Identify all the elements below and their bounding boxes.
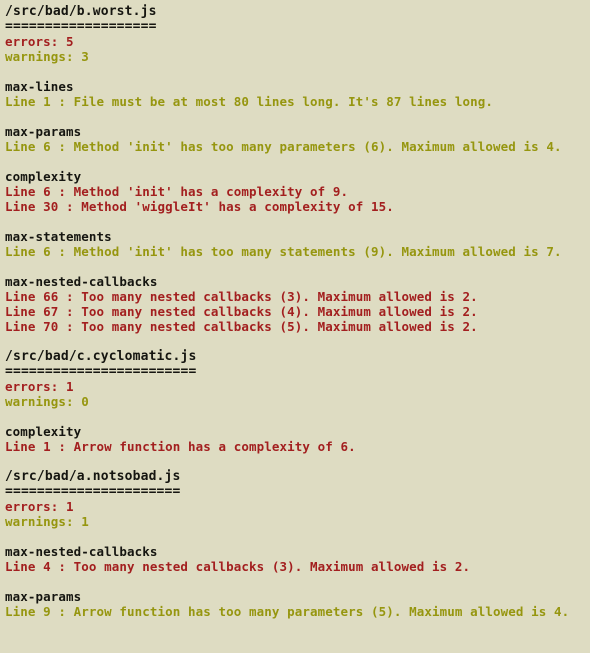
rule-violation-group: max-lines Line 1 : File must be at most 8…	[5, 79, 590, 109]
file-heading-divider: ===================	[5, 19, 157, 34]
rule-violation-group: max-params Line 9 : Arrow function has to…	[5, 589, 590, 619]
warnings-count-line: warnings: 0	[5, 394, 89, 409]
violation-message-warning: Line 1 : File must be at most 80 lines l…	[5, 94, 494, 109]
file-report-block: /src/bad/a.notsobad.js ==================…	[5, 469, 590, 619]
warnings-count-line: warnings: 3	[5, 49, 89, 64]
file-path-heading: /src/bad/b.worst.js	[5, 4, 157, 19]
violation-message-error: Line 66 : Too many nested callbacks (3).…	[5, 289, 478, 304]
file-report-block: /src/bad/b.worst.js =================== er…	[5, 4, 590, 334]
violation-message-error: Line 67 : Too many nested callbacks (4).…	[5, 304, 478, 319]
file-path-heading: /src/bad/a.notsobad.js	[5, 469, 181, 484]
lint-report-output: /src/bad/b.worst.js =================== er…	[0, 0, 590, 619]
violation-message-error: Line 6 : Method 'init' has a complexity …	[5, 184, 349, 199]
rule-name-heading: max-nested-callbacks	[5, 544, 158, 559]
rule-violation-group: max-params Line 6 : Method 'init' has too…	[5, 124, 590, 154]
warnings-count-line: warnings: 1	[5, 514, 89, 529]
violation-message-error: Line 70 : Too many nested callbacks (5).…	[5, 319, 478, 334]
rule-violation-group: max-statements Line 6 : Method 'init' has…	[5, 229, 590, 259]
rule-name-heading: max-nested-callbacks	[5, 274, 158, 289]
rule-violation-group: max-nested-callbacks Line 66 : Too many n…	[5, 274, 590, 334]
errors-count-line: errors: 1	[5, 499, 74, 514]
rule-name-heading: max-statements	[5, 229, 112, 244]
errors-count-line: errors: 1	[5, 379, 74, 394]
rule-name-heading: max-lines	[5, 79, 74, 94]
rule-violation-group: complexity Line 1 : Arrow function has a …	[5, 424, 590, 454]
file-heading-divider: ======================	[5, 484, 181, 499]
rule-name-heading: complexity	[5, 424, 82, 439]
rule-name-heading: complexity	[5, 169, 82, 184]
file-path-heading: /src/bad/c.cyclomatic.js	[5, 349, 197, 364]
rule-name-heading: max-params	[5, 124, 82, 139]
file-report-block: /src/bad/c.cyclomatic.js ================…	[5, 349, 590, 454]
rule-name-heading: max-params	[5, 589, 82, 604]
file-heading-divider: ========================	[5, 364, 197, 379]
violation-message-error: Line 1 : Arrow function has a complexity…	[5, 439, 356, 454]
violation-message-warning: Line 6 : Method 'init' has too many stat…	[5, 244, 562, 259]
errors-count-line: errors: 5	[5, 34, 74, 49]
rule-violation-group: complexity Line 6 : Method 'init' has a c…	[5, 169, 590, 214]
rule-violation-group: max-nested-callbacks Line 4 : Too many ne…	[5, 544, 590, 574]
violation-message-warning: Line 6 : Method 'init' has too many para…	[5, 139, 562, 154]
violation-message-error: Line 30 : Method 'wiggleIt' has a comple…	[5, 199, 394, 214]
violation-message-error: Line 4 : Too many nested callbacks (3). …	[5, 559, 471, 574]
violation-message-warning: Line 9 : Arrow function has too many par…	[5, 604, 570, 619]
